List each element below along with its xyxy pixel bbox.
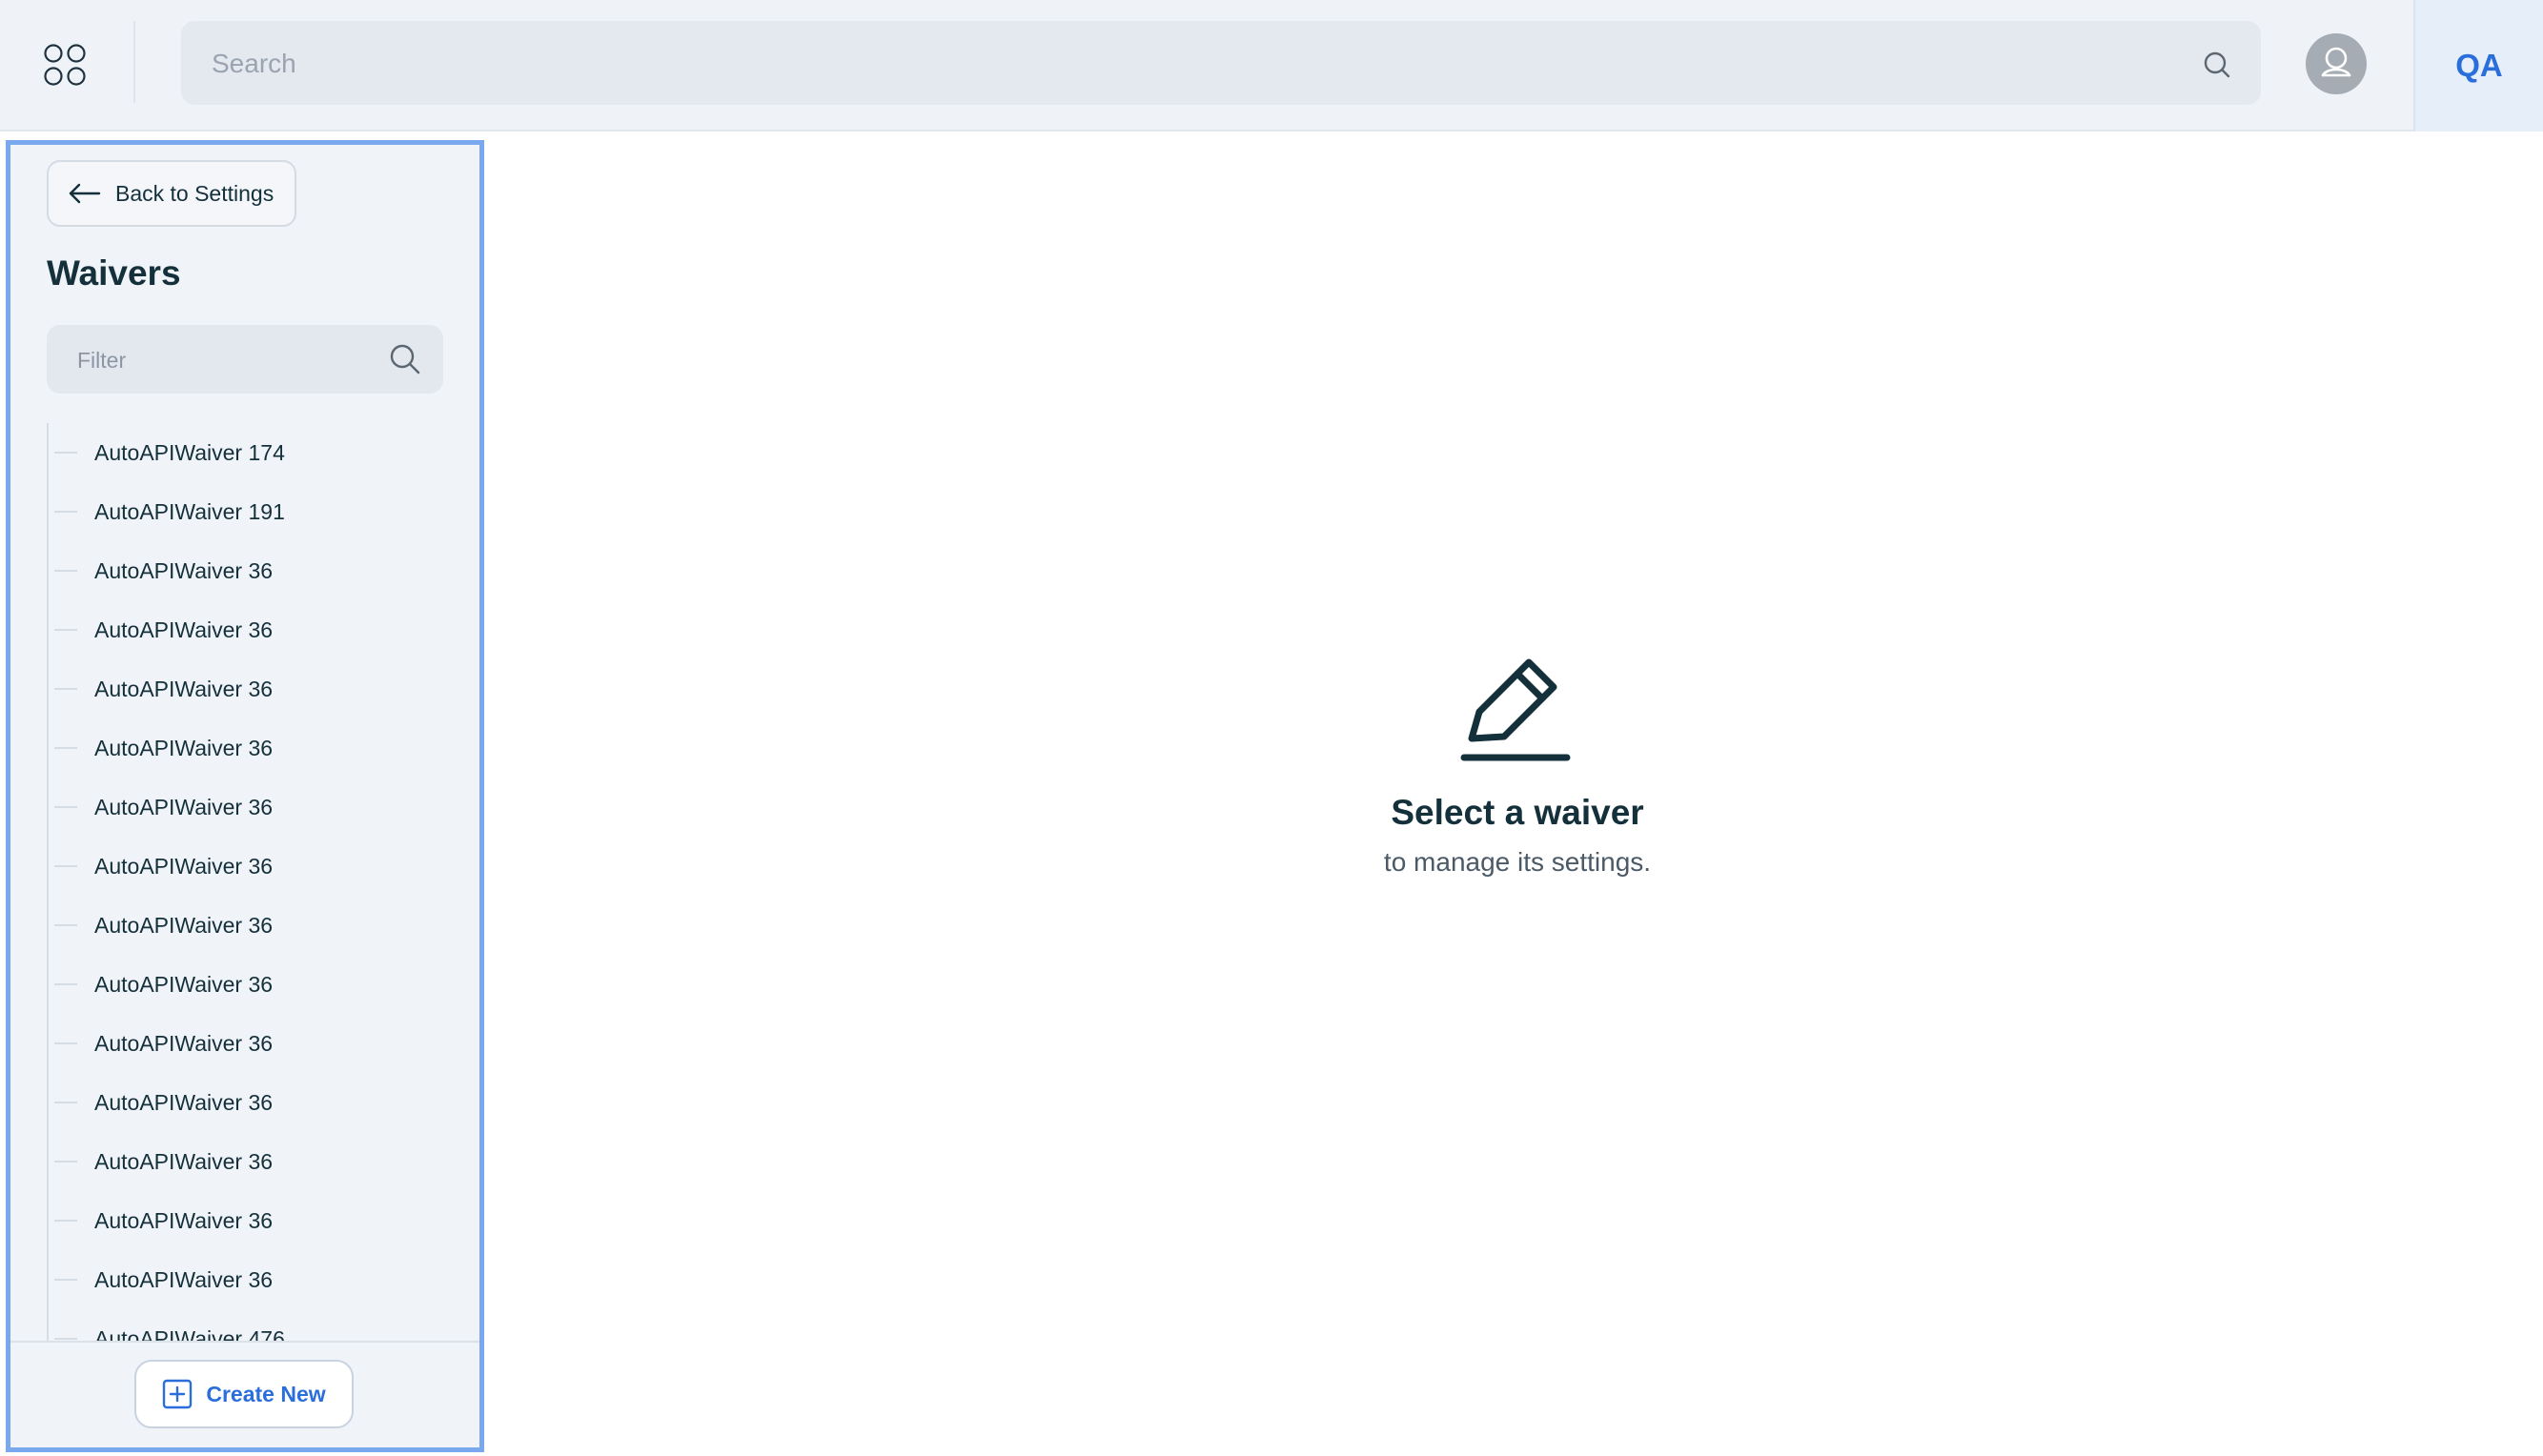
waiver-list-item[interactable]: AutoAPIWaiver 36 — [49, 541, 468, 600]
filter-input[interactable] — [75, 325, 384, 395]
waiver-list-item[interactable]: AutoAPIWaiver 191 — [49, 482, 468, 541]
tree-branch-line — [54, 1338, 77, 1340]
waiver-list-item[interactable]: AutoAPIWaiver 36 — [49, 896, 468, 955]
waiver-item-label: AutoAPIWaiver 36 — [94, 853, 274, 879]
waiver-list-item[interactable]: AutoAPIWaiver 36 — [49, 1191, 468, 1250]
waiver-item-label: AutoAPIWaiver 36 — [94, 1266, 274, 1292]
waiver-item-label: AutoAPIWaiver 36 — [94, 735, 274, 760]
tree-branch-line — [54, 747, 77, 749]
waiver-list-item[interactable]: AutoAPIWaiver 36 — [49, 955, 468, 1014]
search-input[interactable] — [210, 21, 2177, 107]
tree-branch-line — [54, 688, 77, 690]
waiver-list-item[interactable]: AutoAPIWaiver 36 — [49, 837, 468, 896]
waiver-list-item[interactable]: AutoAPIWaiver 36 — [49, 600, 468, 659]
user-avatar[interactable] — [2306, 33, 2367, 94]
search-icon[interactable] — [388, 342, 422, 376]
waiver-list-item[interactable]: AutoAPIWaiver 36 — [49, 659, 468, 718]
waiver-list-item[interactable]: AutoAPIWaiver 36 — [49, 1073, 468, 1132]
app-root: QA Back to Settings Waivers AutoAPIWaive… — [0, 0, 2543, 1456]
top-bar: QA — [0, 0, 2543, 131]
waiver-list: AutoAPIWaiver 174 AutoAPIWaiver 191 AutoAP… — [47, 423, 468, 1344]
tree-branch-line — [54, 570, 77, 572]
sidebar-title: Waivers — [47, 253, 181, 293]
environment-badge[interactable]: QA — [2413, 0, 2543, 131]
waiver-list-item[interactable]: AutoAPIWaiver 476 — [49, 1309, 468, 1344]
tree-branch-line — [54, 806, 77, 808]
plus-square-icon — [163, 1379, 193, 1409]
tree-branch-line — [54, 452, 77, 454]
arrow-left-icon — [69, 183, 101, 204]
waiver-item-label: AutoAPIWaiver 174 — [94, 439, 285, 465]
global-search — [181, 21, 2261, 107]
tree-branch-line — [54, 1279, 77, 1281]
waiver-list-item[interactable]: AutoAPIWaiver 36 — [49, 1132, 468, 1191]
filter-field — [47, 325, 443, 395]
apps-grid-icon[interactable] — [42, 42, 88, 88]
tree-branch-line — [54, 511, 77, 513]
create-new-button[interactable]: Create New — [134, 1360, 354, 1428]
waiver-item-label: AutoAPIWaiver 36 — [94, 676, 274, 701]
waivers-sidebar: Back to Settings Waivers AutoAPIWaiver 1… — [6, 140, 484, 1452]
empty-state-subtitle: to manage its settings. — [1383, 847, 1652, 877]
waiver-list-item[interactable]: AutoAPIWaiver 174 — [49, 423, 468, 482]
waiver-item-label: AutoAPIWaiver 36 — [94, 1030, 274, 1056]
waiver-list-item[interactable]: AutoAPIWaiver 36 — [49, 778, 468, 837]
waiver-item-label: AutoAPIWaiver 36 — [94, 912, 274, 938]
create-new-label: Create New — [206, 1381, 326, 1406]
tree-branch-line — [54, 924, 77, 926]
tree-branch-line — [54, 629, 77, 631]
waiver-item-label: AutoAPIWaiver 36 — [94, 557, 274, 583]
tree-branch-line — [54, 1102, 77, 1103]
waiver-item-label: AutoAPIWaiver 36 — [94, 1207, 274, 1233]
waiver-list-item[interactable]: AutoAPIWaiver 36 — [49, 718, 468, 778]
waiver-list-item[interactable]: AutoAPIWaiver 36 — [49, 1014, 468, 1073]
tree-branch-line — [54, 865, 77, 867]
user-icon — [2321, 47, 2351, 77]
waiver-item-label: AutoAPIWaiver 191 — [94, 498, 285, 524]
back-to-settings-label: Back to Settings — [115, 180, 275, 206]
pencil-edit-icon — [1460, 658, 1571, 761]
tree-branch-line — [54, 983, 77, 985]
tree-branch-line — [54, 1161, 77, 1163]
sidebar-footer: Create New — [10, 1341, 479, 1447]
waiver-item-label: AutoAPIWaiver 36 — [94, 617, 274, 642]
waiver-item-label: AutoAPIWaiver 36 — [94, 971, 274, 997]
waiver-item-label: AutoAPIWaiver 36 — [94, 794, 274, 819]
search-icon[interactable] — [2202, 50, 2232, 80]
waiver-item-label: AutoAPIWaiver 36 — [94, 1089, 274, 1115]
back-to-settings-button[interactable]: Back to Settings — [47, 160, 297, 227]
tree-branch-line — [54, 1220, 77, 1222]
waiver-list-item[interactable]: AutoAPIWaiver 36 — [49, 1250, 468, 1309]
topbar-divider — [133, 21, 135, 103]
waiver-item-label: AutoAPIWaiver 36 — [94, 1148, 274, 1174]
empty-state-title: Select a waiver — [1391, 793, 1644, 832]
tree-branch-line — [54, 1042, 77, 1044]
